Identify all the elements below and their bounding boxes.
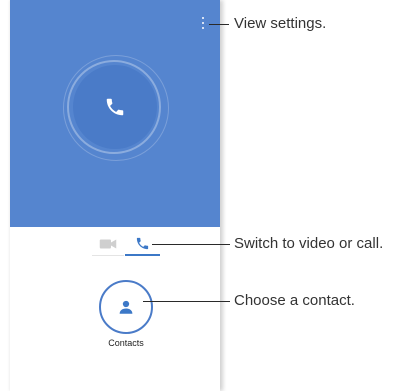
phone-screen: Contacts: [10, 0, 220, 391]
call-hero-panel: [10, 0, 220, 227]
video-mode-button[interactable]: [92, 233, 124, 256]
more-options-icon[interactable]: [199, 17, 207, 29]
contacts-label: Contacts: [108, 338, 144, 348]
person-icon: [119, 300, 133, 314]
phone-icon: [136, 237, 149, 250]
contact-callout-text: Choose a contact.: [234, 292, 355, 309]
settings-callout-text: View settings.: [234, 15, 327, 32]
start-call-button[interactable]: [73, 65, 157, 149]
switch-callout-text: Switch to video or call.: [234, 235, 384, 252]
phone-icon: [106, 98, 124, 116]
videocam-icon: [99, 239, 117, 249]
switch-callout-line: [152, 244, 230, 245]
mode-toggle: [92, 233, 162, 257]
settings-callout-line: [209, 24, 229, 25]
contact-callout-line: [143, 301, 230, 302]
choose-contact-button[interactable]: [99, 280, 153, 334]
